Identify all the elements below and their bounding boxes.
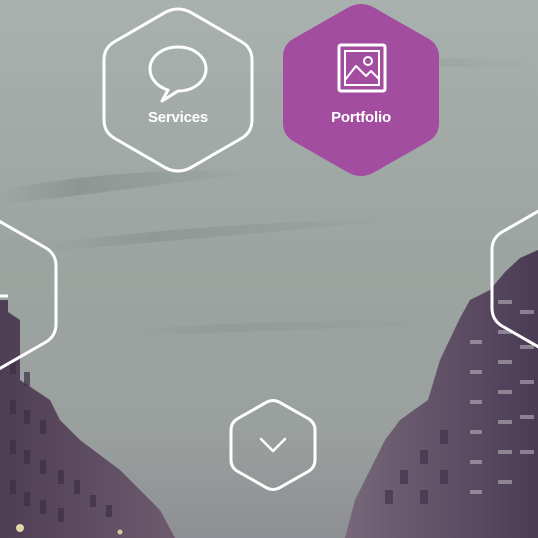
speech-bubble-icon	[148, 45, 208, 103]
chevron-down-icon	[259, 437, 287, 453]
scroll-down-button[interactable]	[229, 398, 317, 492]
services-tile[interactable]: Services	[100, 7, 256, 173]
image-icon	[337, 43, 387, 93]
left-partial-tile[interactable]	[0, 212, 60, 378]
portfolio-tile[interactable]: Portfolio	[281, 3, 441, 177]
hero-section: Services Portfolio	[0, 0, 538, 538]
portfolio-label: Portfolio	[331, 109, 391, 126]
left-hex-outline	[0, 219, 58, 371]
right-partial-tile[interactable]	[488, 196, 538, 362]
right-hex-outline	[490, 209, 538, 349]
services-label: Services	[147, 109, 209, 126]
